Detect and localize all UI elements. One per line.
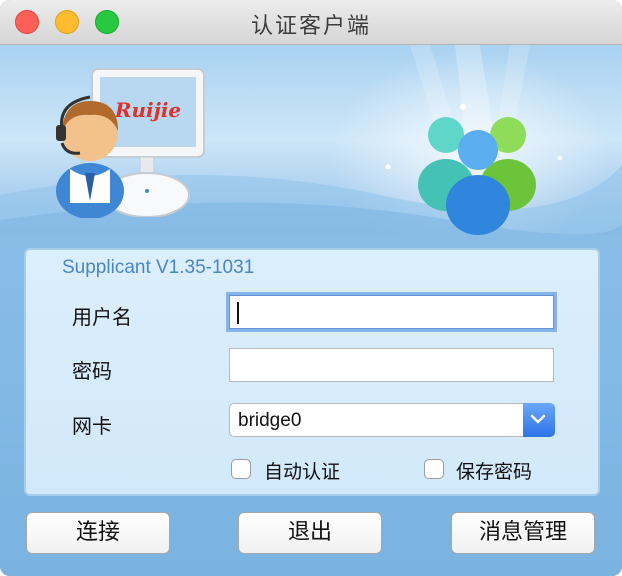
username-input[interactable] <box>229 295 554 329</box>
auto-auth-checkbox[interactable] <box>231 459 251 479</box>
password-input[interactable] <box>229 348 554 382</box>
app-window: 认证客户端 Ruijie Supplicant V1.35-1031 用户名 密… <box>0 0 622 576</box>
text-cursor <box>237 302 239 324</box>
username-label: 用户名 <box>72 305 132 329</box>
exit-button[interactable]: 退出 <box>238 512 382 554</box>
users-group-icon <box>418 117 536 235</box>
title-bar: 认证客户端 <box>0 0 622 45</box>
chevron-down-icon[interactable] <box>523 403 555 437</box>
save-password-checkbox[interactable] <box>424 459 444 479</box>
password-label: 密码 <box>72 359 112 383</box>
message-management-button[interactable]: 消息管理 <box>451 512 595 554</box>
auto-auth-label: 自动认证 <box>264 461 341 483</box>
network-card-select[interactable]: bridge0 <box>229 403 555 437</box>
network-card-label: 网卡 <box>72 414 112 438</box>
network-card-value: bridge0 <box>238 410 302 431</box>
connect-button[interactable]: 连接 <box>26 512 170 554</box>
save-password-label: 保存密码 <box>456 461 533 483</box>
version-label: Supplicant V1.35-1031 <box>62 257 255 278</box>
header-banner: Ruijie <box>0 45 622 255</box>
window-title: 认证客户端 <box>250 14 371 39</box>
support-agent-icon <box>56 95 124 218</box>
